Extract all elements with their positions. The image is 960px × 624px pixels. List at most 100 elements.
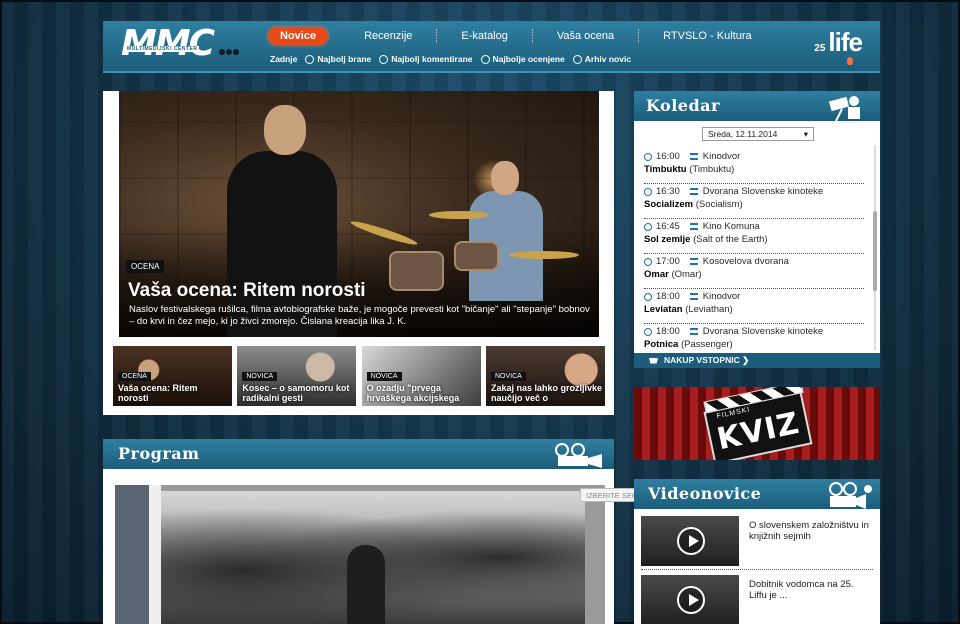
hero-photo-cymbal bbox=[509, 251, 579, 259]
play-icon bbox=[677, 527, 705, 555]
program-image[interactable] bbox=[115, 485, 605, 624]
koledar-scrollbar-thumb[interactable] bbox=[873, 211, 877, 291]
film-icon bbox=[689, 223, 698, 230]
movie-camera-icon bbox=[829, 482, 872, 509]
event-title: Omar bbox=[644, 269, 669, 280]
nav-e-katalog[interactable]: E-katalog bbox=[437, 29, 533, 43]
subnav-najbolj-komentirane[interactable]: Najbolj komentirane bbox=[379, 54, 473, 64]
life-word: life bbox=[828, 27, 863, 57]
event-venue: Kosovelova dvorana bbox=[702, 256, 789, 267]
hero-article[interactable]: OCENA Vaša ocena: Ritem norosti Naslov f… bbox=[119, 91, 599, 337]
subnav-najbolj-brane[interactable]: Najbolj brane bbox=[305, 54, 371, 64]
film-projector-icon bbox=[555, 443, 602, 468]
clock-icon bbox=[644, 327, 652, 336]
thumb-article[interactable]: NOVICA Zakaj nas lahko grozljivke naučij… bbox=[485, 346, 605, 406]
clapperboard-icon: FILMSKI KVIZ bbox=[703, 387, 813, 460]
hero-photo-drum bbox=[389, 251, 444, 291]
film-icon bbox=[689, 153, 698, 160]
video-item[interactable]: Dobitnik vodomca na 25. Liffu je ... bbox=[641, 575, 873, 624]
event-title: Potnica bbox=[644, 339, 679, 350]
reel-icon bbox=[379, 54, 389, 64]
nav-novice[interactable]: Novice bbox=[268, 27, 329, 45]
program-photo-figure bbox=[347, 545, 385, 624]
life-drop-icon bbox=[847, 57, 853, 65]
hero-photo-drum bbox=[454, 241, 499, 271]
hero-tag: OCENA bbox=[126, 260, 165, 273]
nav-rtvslo-kultura[interactable]: RTVSLO - Kultura bbox=[639, 29, 775, 43]
event-original-title: (Salt of the Earth) bbox=[693, 234, 768, 245]
event-title: Leviatan bbox=[644, 304, 683, 315]
event-venue: Kinodvor bbox=[702, 151, 741, 162]
subnav-label: Najbolj komentirane bbox=[391, 54, 473, 64]
event-original-title: (Timbuktu) bbox=[689, 164, 735, 175]
event-time: 16:30 bbox=[656, 186, 680, 197]
event-time: 16:45 bbox=[656, 221, 680, 232]
subnav-najbolje-ocenjene[interactable]: Najbolje ocenjene bbox=[480, 54, 565, 64]
hero-photo-cymbal bbox=[429, 211, 489, 219]
date-select[interactable]: Sreda, 12.11.2014 ▾ bbox=[702, 127, 814, 141]
thumb-tag: NOVICA bbox=[490, 372, 526, 381]
logo-dots-icon bbox=[219, 42, 241, 55]
event-title: Socializem bbox=[644, 199, 694, 210]
event-venue: Kinodvor bbox=[702, 291, 741, 302]
divider bbox=[641, 569, 873, 570]
thumb-strip: OCENA Vaša ocena: Ritem norosti NOVICA K… bbox=[113, 346, 605, 406]
nav-vasa-ocena[interactable]: Vaša ocena bbox=[533, 29, 640, 43]
program-header: Program bbox=[103, 439, 614, 469]
event-venue: Dvorana Slovenske kinoteke bbox=[702, 186, 824, 197]
koledar-title: Koledar bbox=[646, 96, 720, 115]
clock-icon bbox=[644, 187, 652, 196]
clock-icon bbox=[644, 292, 652, 301]
thumb-tag: NOVICA bbox=[366, 372, 402, 381]
hero-title[interactable]: Vaša ocena: Ritem norosti bbox=[128, 280, 366, 302]
video-thumbnail bbox=[641, 516, 739, 566]
featured-section: OCENA Vaša ocena: Ritem norosti Naslov f… bbox=[103, 91, 614, 415]
hero-photo-figure bbox=[491, 161, 519, 195]
film-icon bbox=[689, 293, 698, 300]
event-time: 16:00 bbox=[656, 151, 680, 162]
subnav-label: Arhiv novic bbox=[584, 54, 632, 64]
event-venue: Dvorana Slovenske kinoteke bbox=[702, 326, 824, 337]
subnav-arhiv-novic[interactable]: Arhiv novic bbox=[572, 54, 632, 64]
thumb-article[interactable]: OCENA Vaša ocena: Ritem norosti bbox=[113, 346, 232, 406]
mmc-logo[interactable]: MMC MULTIMEDIJSKI CENTER bbox=[121, 23, 246, 67]
subnav-label: Najbolje ocenjene bbox=[492, 54, 565, 64]
buy-tickets-label: NAKUP VSTOPNIC ❯ bbox=[664, 355, 750, 365]
logo-text: MMC bbox=[121, 23, 215, 64]
videonovice-title: Videonovice bbox=[648, 484, 762, 503]
nav-recenzije[interactable]: Recenzije bbox=[340, 29, 438, 43]
date-select-value: Sreda, 12.11.2014 bbox=[708, 129, 778, 139]
event-item[interactable]: 16:00 Kinodvor Timbuktu (Timbuktu) bbox=[644, 149, 864, 184]
video-thumbnail bbox=[641, 575, 739, 624]
video-title: O slovenskem založništvu in knjižnih sej… bbox=[749, 520, 869, 542]
subnav-zadnje[interactable]: Zadnje bbox=[270, 54, 297, 64]
event-title: Timbuktu bbox=[644, 164, 687, 175]
thumb-tag: NOVICA bbox=[242, 372, 278, 381]
subnav-label: Zadnje bbox=[270, 54, 298, 64]
camera-operator-icon bbox=[829, 96, 860, 121]
reel-icon bbox=[572, 54, 582, 64]
play-icon bbox=[677, 586, 705, 614]
thumb-title: Kosec – o samomoru kot radikalni gesti bbox=[242, 383, 350, 403]
life-logo[interactable]: 25 life bbox=[814, 27, 863, 58]
event-item[interactable]: 18:00 Dvorana Slovenske kinoteke Potnica … bbox=[644, 324, 864, 353]
event-time: 17:00 bbox=[656, 256, 680, 267]
event-item[interactable]: 17:00 Kosovelova dvorana Omar (Omar) bbox=[644, 254, 864, 289]
event-original-title: (Socialism) bbox=[695, 199, 743, 210]
thumb-article[interactable]: NOVICA Kosec – o samomoru kot radikalni … bbox=[237, 346, 357, 406]
event-item[interactable]: 16:30 Dvorana Slovenske kinoteke Socializ… bbox=[644, 184, 864, 219]
sub-nav: Zadnje Najbolj brane Najbolj komentirane… bbox=[270, 54, 639, 64]
clock-icon bbox=[644, 222, 652, 231]
event-original-title: (Omar) bbox=[671, 269, 702, 280]
event-time: 18:00 bbox=[656, 291, 680, 302]
thumb-article[interactable]: NOVICA O ozadju "prvega hrvaškega akcijs… bbox=[361, 346, 481, 406]
subnav-label: Najbolj brane bbox=[317, 54, 372, 64]
video-item[interactable]: O slovenskem založništvu in knjižnih sej… bbox=[641, 516, 873, 568]
buy-tickets-button[interactable]: NAKUP VSTOPNIC ❯ bbox=[634, 353, 880, 368]
videonovice-header: Videonovice bbox=[634, 479, 880, 509]
clock-icon bbox=[644, 257, 652, 266]
event-item[interactable]: 16:45 Kino Komuna Sol zemlje (Salt of the… bbox=[644, 219, 864, 254]
koledar-panel: Sreda, 12.11.2014 ▾ 16:00 Kinodvor Timbuk… bbox=[634, 121, 880, 353]
film-quiz-banner[interactable]: FILMSKI KVIZ bbox=[634, 387, 880, 460]
event-item[interactable]: 18:00 Kinodvor Leviatan (Leviathan) bbox=[644, 289, 864, 324]
